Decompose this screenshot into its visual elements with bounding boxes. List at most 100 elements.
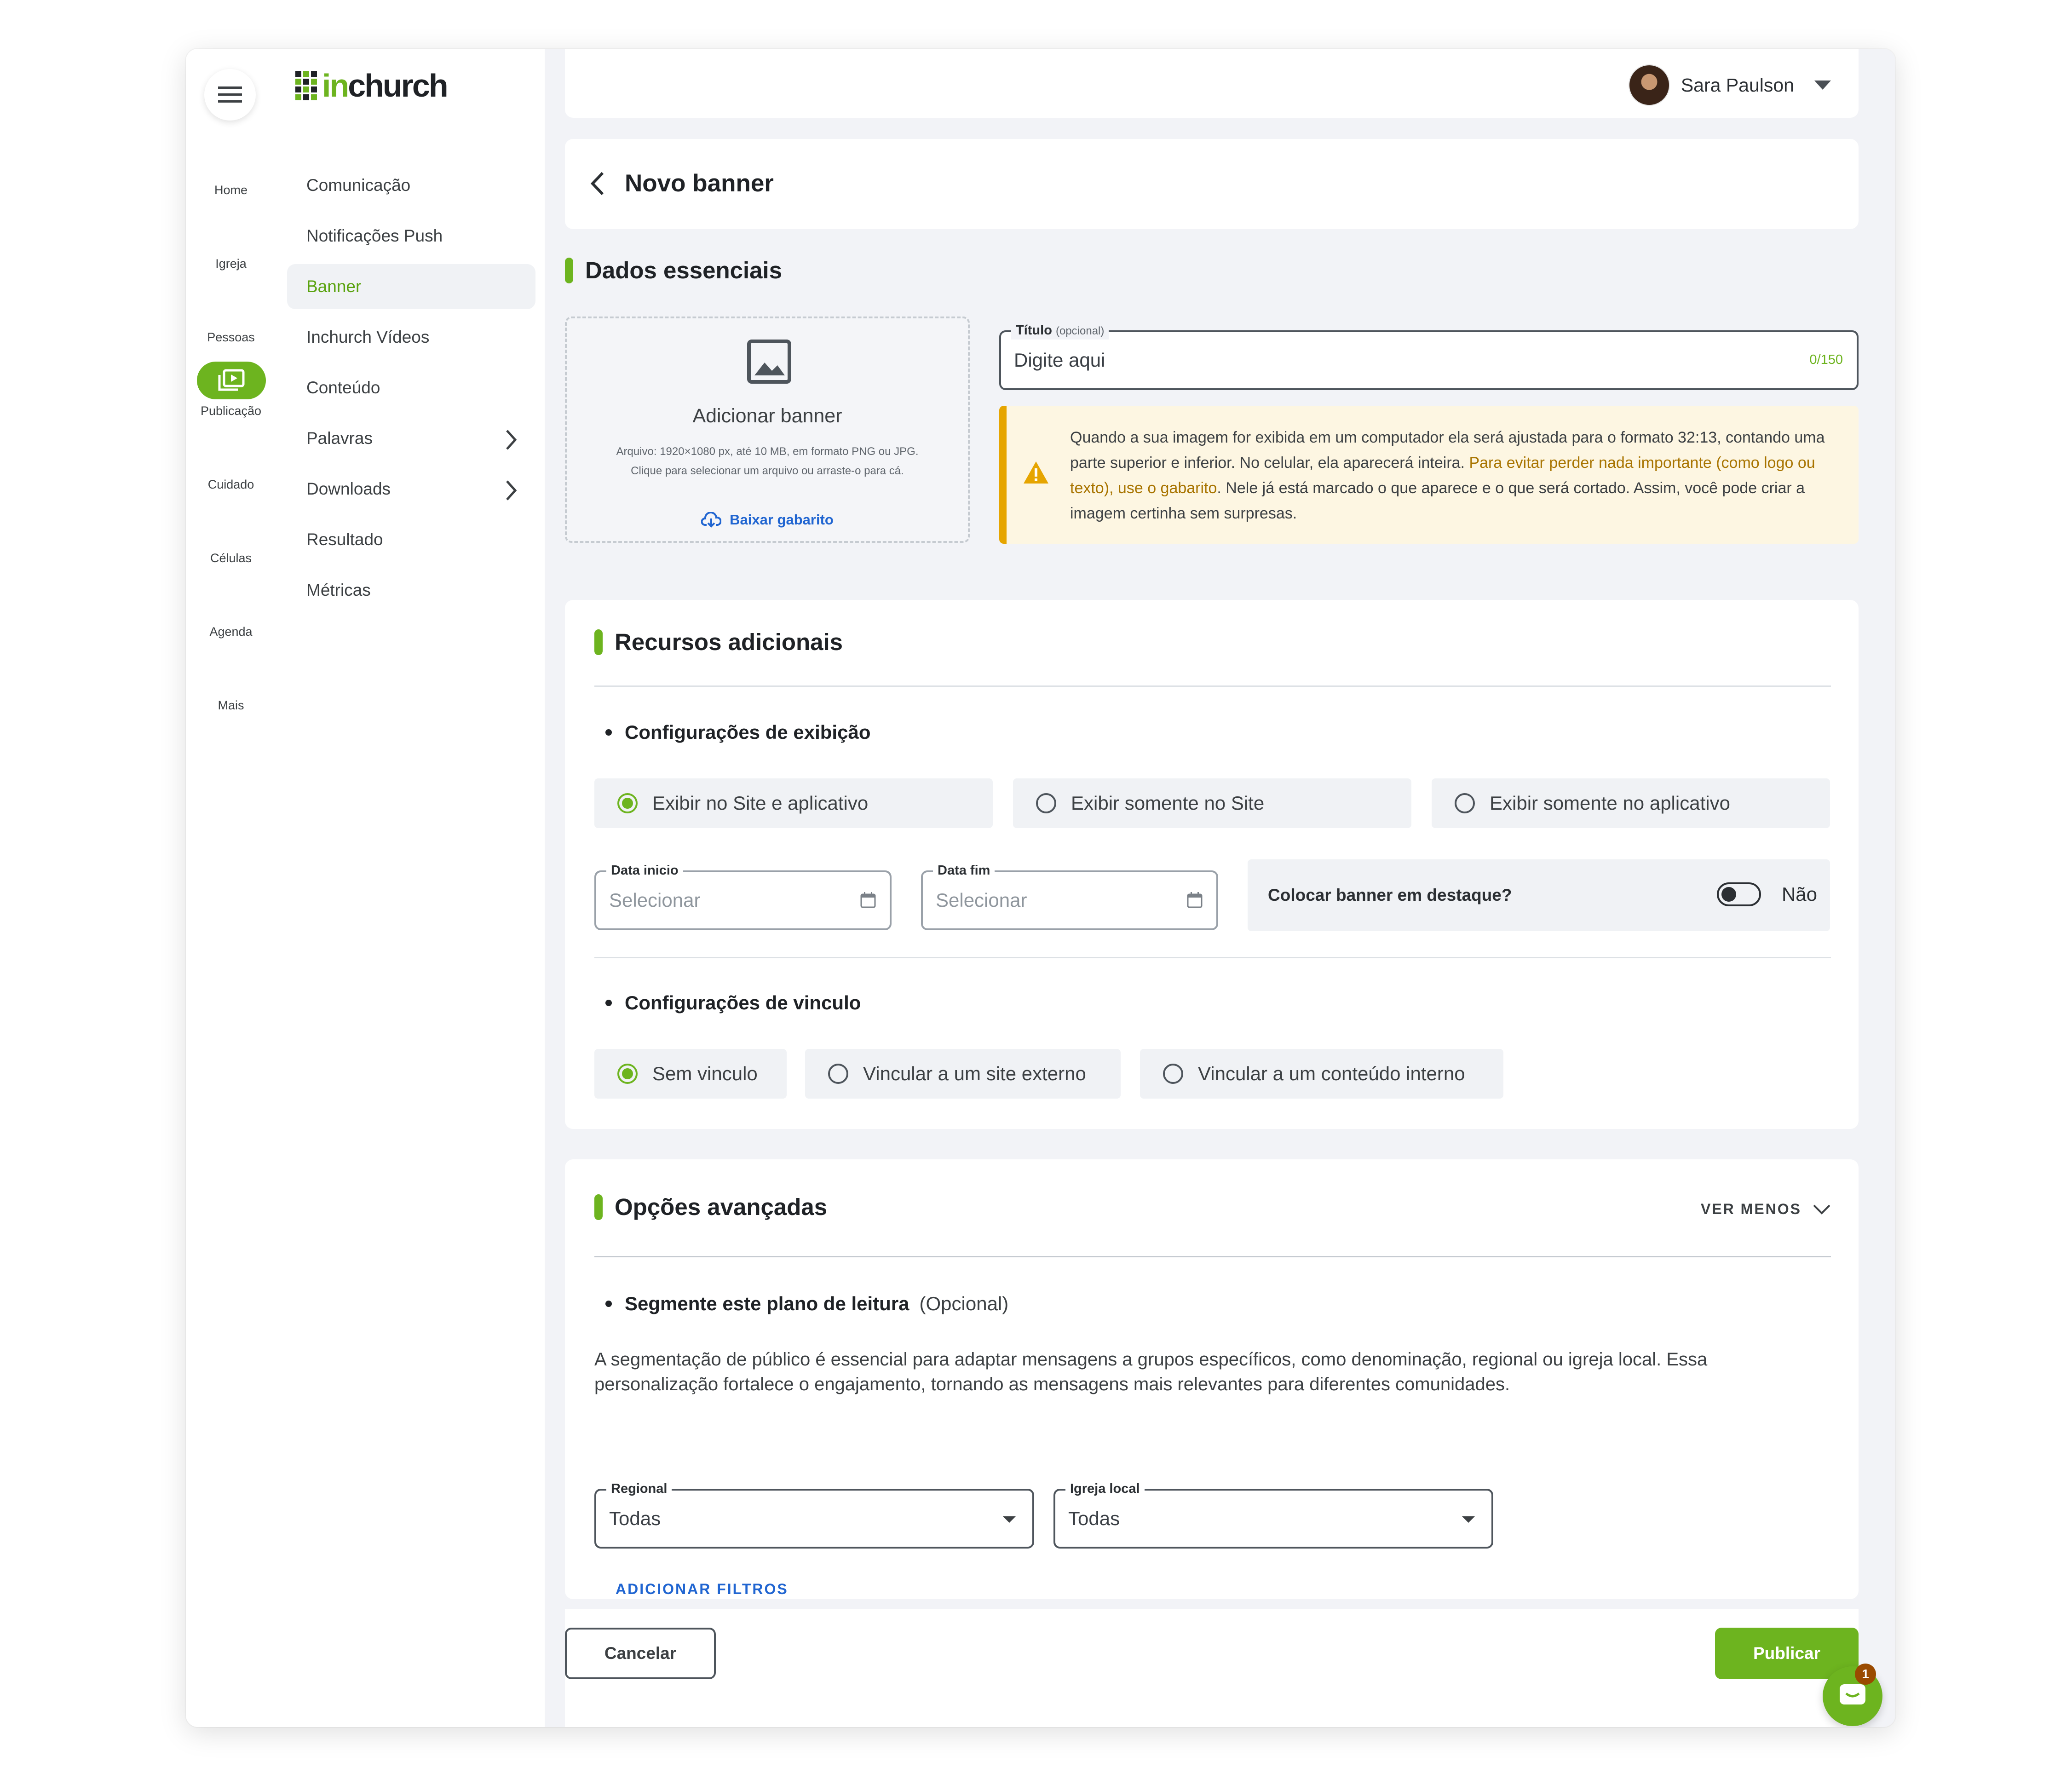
add-filters-button[interactable]: ADICIONAR FILTROS [616, 1581, 789, 1598]
upload-hint-line1: Arquivo: 1920×1080 px, até 10 MB, em for… [616, 445, 919, 458]
see-less-toggle[interactable]: VER MENOS [1701, 1201, 1831, 1218]
section-title-text: Recursos adicionais [615, 629, 843, 655]
user-menu[interactable]: Sara Paulson [1628, 64, 1831, 106]
regional-select[interactable]: Regional Todas [594, 1480, 1034, 1549]
sidebar-item-comunicacao[interactable]: Comunicação [287, 163, 535, 208]
rail-item-publicacao-active[interactable] [197, 362, 266, 399]
sidebar-item-label: Downloads [306, 479, 391, 498]
rail-item-mais[interactable]: Mais [186, 698, 276, 713]
section-accent-bar [594, 629, 603, 655]
rail-item-igreja[interactable]: Igreja [186, 257, 276, 271]
end-date-field[interactable]: Data fim Selecionar [921, 862, 1218, 930]
local-church-select[interactable]: Igreja local Todas [1053, 1480, 1493, 1549]
chat-launcher-button[interactable]: 1 [1823, 1664, 1882, 1726]
rail-item-cuidado[interactable]: Cuidado [186, 478, 276, 492]
sidebar-item-resultado[interactable]: Resultado [287, 517, 535, 562]
radio-label: Sem vinculo [652, 1063, 758, 1084]
dropdown-arrow-icon [1003, 1516, 1016, 1523]
divider [594, 685, 1831, 687]
avatar [1628, 64, 1670, 106]
notification-badge: 1 [1855, 1664, 1876, 1685]
warning-icon [1024, 461, 1048, 484]
sidebar-item-label: Métricas [306, 581, 371, 599]
hamburger-icon [218, 86, 242, 103]
calendar-icon[interactable] [860, 892, 876, 908]
start-date-input[interactable]: Selecionar [609, 872, 700, 928]
highlight-value: Não [1781, 883, 1817, 905]
section-title-text: Opções avançadas [615, 1194, 828, 1220]
sidebar-item-palavras[interactable]: Palavras [287, 416, 535, 461]
radio-label: Vincular a um site externo [863, 1063, 1086, 1084]
section-resources-title: Recursos adicionais [594, 628, 843, 656]
bullet-icon [605, 1301, 612, 1307]
segment-description: A segmentação de público é essencial par… [594, 1349, 1708, 1394]
chevron-right-icon [506, 430, 517, 450]
radio-unselected-icon [1163, 1064, 1183, 1084]
sidebar-item-metricas[interactable]: Métricas [287, 568, 535, 613]
title-field[interactable]: Título (opcional) Digite aqui 0/150 [999, 322, 1859, 390]
rail-item-publicacao[interactable]: Publicação [186, 404, 276, 418]
chevron-down-icon [1813, 1204, 1830, 1215]
sidebar-item-conteudo[interactable]: Conteúdo [287, 365, 535, 410]
cancel-button[interactable]: Cancelar [565, 1628, 716, 1679]
upload-hint-line2: Clique para selecionar um arquivo ou arr… [631, 465, 904, 477]
top-bar: Sara Paulson [565, 49, 1859, 118]
back-arrow-icon[interactable] [590, 171, 604, 196]
rail-item-home[interactable]: Home [186, 183, 276, 197]
advanced-options-card: Opções avançadas VER MENOS Segmente este… [565, 1159, 1859, 1599]
radio-external-link[interactable]: Vincular a um site externo [805, 1049, 1121, 1099]
video-library-icon [218, 369, 245, 391]
sidebar-item-notificacoes[interactable]: Notificações Push [287, 213, 535, 259]
radio-label: Exibir somente no Site [1071, 792, 1265, 814]
optional-tag: (Opcional) [919, 1293, 1009, 1314]
radio-no-link[interactable]: Sem vinculo [594, 1049, 787, 1099]
bullet-icon [605, 1000, 612, 1006]
warning-text: Quando a sua imagem for exibida em um co… [1070, 429, 1825, 522]
rail-item-agenda[interactable]: Agenda [186, 625, 276, 639]
sidebar-item-banner[interactable]: Banner [287, 264, 535, 309]
download-template-label: Baixar gabarito [730, 512, 834, 528]
title-input[interactable]: Digite aqui [1014, 332, 1105, 388]
download-template-link[interactable]: Baixar gabarito [567, 512, 968, 528]
menu-toggle-button[interactable] [204, 69, 256, 121]
divider [594, 1256, 1831, 1257]
start-date-field[interactable]: Data inicio Selecionar [594, 862, 892, 930]
sidebar-item-label: Notificações Push [306, 226, 443, 245]
end-date-input[interactable]: Selecionar [936, 872, 1027, 928]
footer-bar [565, 1609, 1859, 1727]
radio-label: Vincular a um conteúdo interno [1198, 1063, 1465, 1084]
radio-display-site-and-app[interactable]: Exibir no Site e aplicativo [594, 778, 993, 828]
radio-label: Exibir no Site e aplicativo [652, 792, 869, 814]
radio-internal-content[interactable]: Vincular a um conteúdo interno [1140, 1049, 1503, 1099]
toggle-knob [1721, 887, 1736, 902]
sidebar-item-label: Conteúdo [306, 378, 380, 397]
rail-item-celulas[interactable]: Células [186, 551, 276, 565]
radio-display-app-only[interactable]: Exibir somente no aplicativo [1432, 778, 1830, 828]
sidebar-item-videos[interactable]: Inchurch Vídeos [287, 315, 535, 360]
inchurch-logo[interactable]: inchurch [295, 67, 449, 104]
chevron-right-icon [506, 480, 517, 501]
radio-selected-icon [617, 1064, 638, 1084]
highlight-label: Colocar banner em destaque? [1268, 886, 1512, 904]
section-accent-bar [565, 257, 573, 283]
additional-resources-card: Recursos adicionais Configurações de exi… [565, 600, 1859, 1129]
radio-unselected-icon [828, 1064, 848, 1084]
icon-rail: Home Igreja Pessoas Publicação Cuidado C… [186, 49, 277, 1727]
calendar-icon[interactable] [1187, 892, 1203, 908]
sidebar-item-downloads[interactable]: Downloads [287, 466, 535, 512]
rail-item-pessoas[interactable]: Pessoas [186, 330, 276, 345]
page-title: Novo banner [625, 170, 774, 197]
sidebar-item-label: Banner [306, 277, 362, 296]
sidebar-item-label: Inchurch Vídeos [306, 328, 430, 346]
banner-upload-dropzone[interactable]: Adicionar banner Arquivo: 1920×1080 px, … [565, 317, 970, 543]
sidebar-item-label: Resultado [306, 530, 383, 549]
radio-unselected-icon [1036, 793, 1056, 813]
radio-label: Exibir somente no aplicativo [1490, 792, 1730, 814]
radio-display-site-only[interactable]: Exibir somente no Site [1013, 778, 1411, 828]
highlight-toggle[interactable] [1717, 882, 1761, 906]
section-advanced-title: Opções avançadas [594, 1193, 827, 1221]
caret-down-icon [1814, 81, 1831, 90]
logo-grid-icon [295, 71, 317, 100]
cloud-download-icon [701, 512, 722, 528]
logo-wordmark: inchurch [322, 68, 449, 104]
